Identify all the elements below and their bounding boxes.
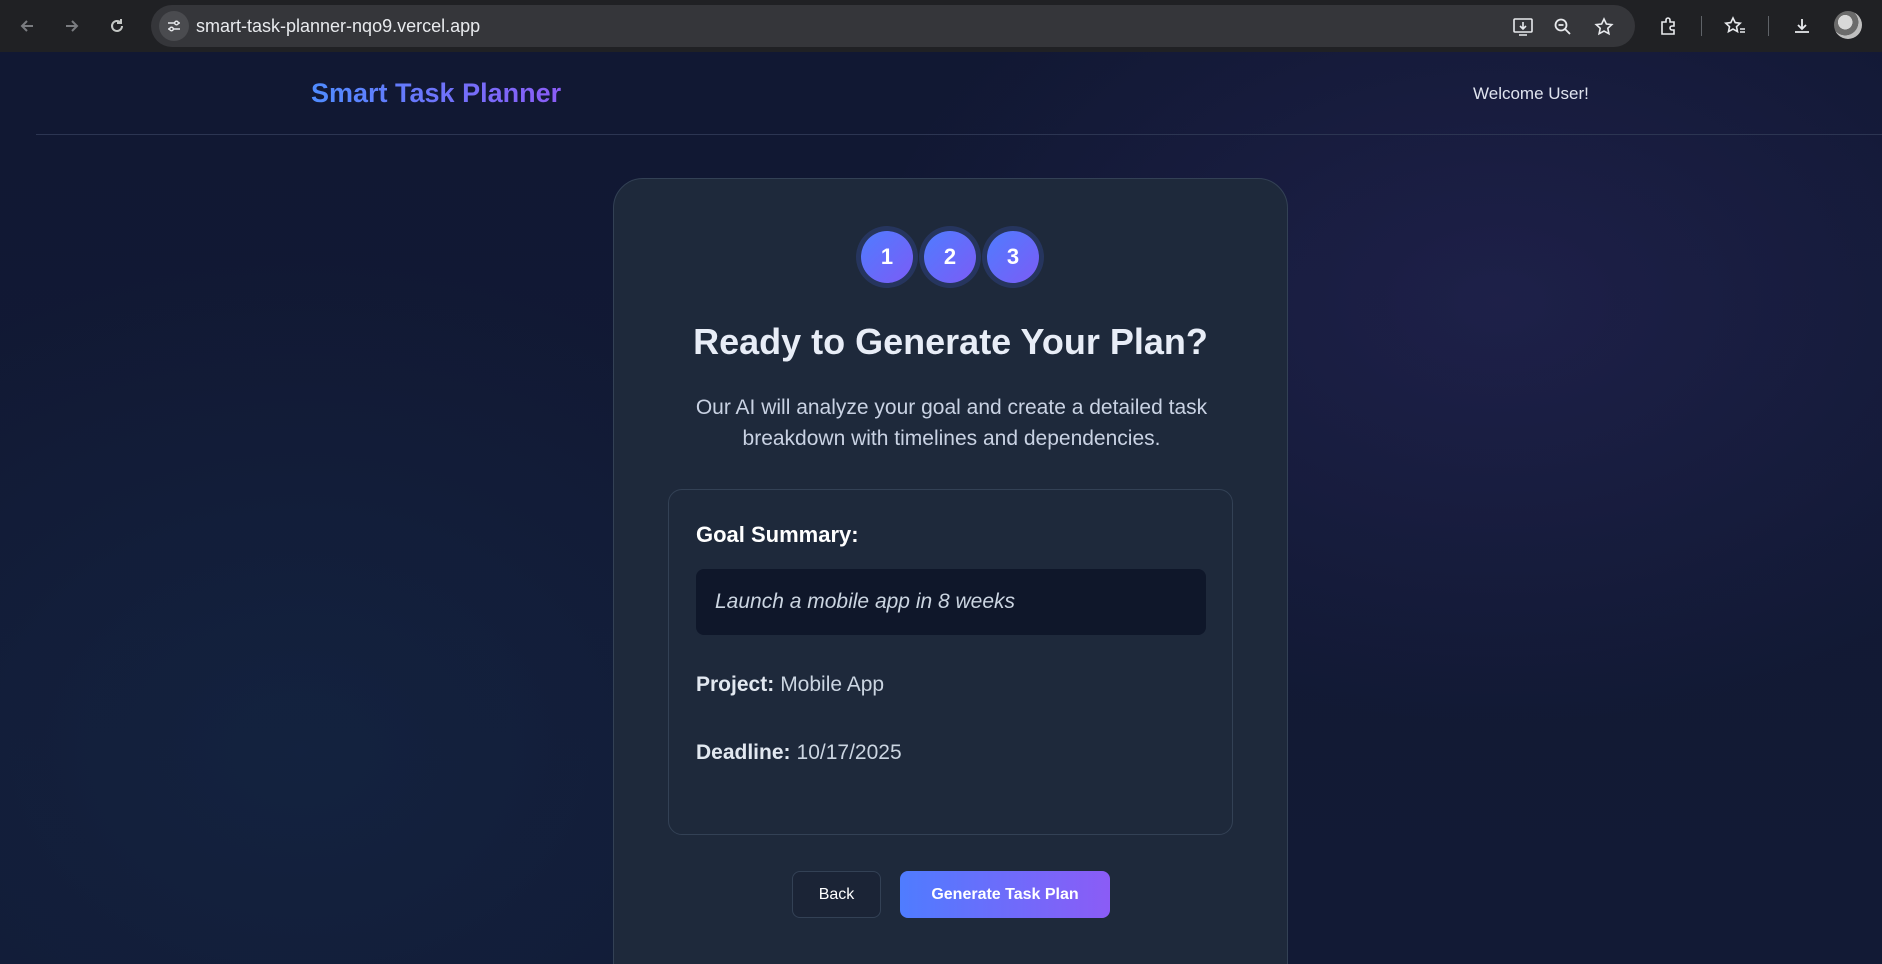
deadline-detail: Deadline: 10/17/2025 [696, 741, 902, 765]
zoom-icon[interactable] [1551, 15, 1575, 39]
url-text[interactable]: smart-task-planner-nqo9.vercel.app [196, 5, 480, 47]
generate-task-plan-button[interactable]: Generate Task Plan [900, 871, 1110, 918]
step-1: 1 [861, 231, 913, 283]
goal-text: Launch a mobile app in 8 weeks [696, 569, 1206, 635]
forward-icon[interactable] [58, 12, 86, 40]
back-button[interactable]: Back [792, 871, 881, 918]
project-value: Mobile App [780, 673, 885, 696]
goal-summary-panel: Goal Summary: Launch a mobile app in 8 w… [668, 489, 1233, 835]
downloads-icon[interactable] [1788, 12, 1816, 40]
page-description: Our AI will analyze your goal and create… [695, 396, 1208, 450]
address-bar[interactable]: smart-task-planner-nqo9.vercel.app [151, 5, 1635, 47]
site-info-icon[interactable] [159, 11, 189, 41]
goal-summary-heading: Goal Summary: [696, 522, 859, 547]
project-detail: Project: Mobile App [696, 673, 884, 697]
page-title: Ready to Generate Your Plan? [693, 321, 1208, 362]
step-indicator: 1 2 3 [614, 231, 1287, 285]
project-label: Project: [696, 673, 775, 696]
brand-title[interactable]: Smart Task Planner [311, 78, 561, 109]
toolbar-divider [1768, 16, 1769, 36]
browser-toolbar: smart-task-planner-nqo9.vercel.app [0, 0, 1882, 52]
app-header: Smart Task Planner Welcome User! [0, 52, 1882, 136]
install-app-icon[interactable] [1511, 15, 1535, 39]
extensions-icon[interactable] [1654, 12, 1682, 40]
toolbar-divider [1701, 16, 1702, 36]
favorites-icon[interactable] [1721, 12, 1749, 40]
profile-avatar[interactable] [1834, 11, 1862, 39]
reload-icon[interactable] [103, 12, 131, 40]
bookmark-star-icon[interactable] [1592, 15, 1616, 39]
welcome-text: Welcome User! [1473, 84, 1589, 103]
deadline-label: Deadline: [696, 741, 791, 764]
app-root: Smart Task Planner Welcome User! 1 2 3 R… [0, 52, 1882, 964]
step-3: 3 [987, 231, 1039, 283]
back-icon[interactable] [13, 12, 41, 40]
header-divider [36, 134, 1882, 135]
deadline-value: 10/17/2025 [796, 741, 902, 764]
step-2: 2 [924, 231, 976, 283]
plan-wizard-card: 1 2 3 Ready to Generate Your Plan? Our A… [613, 178, 1288, 964]
